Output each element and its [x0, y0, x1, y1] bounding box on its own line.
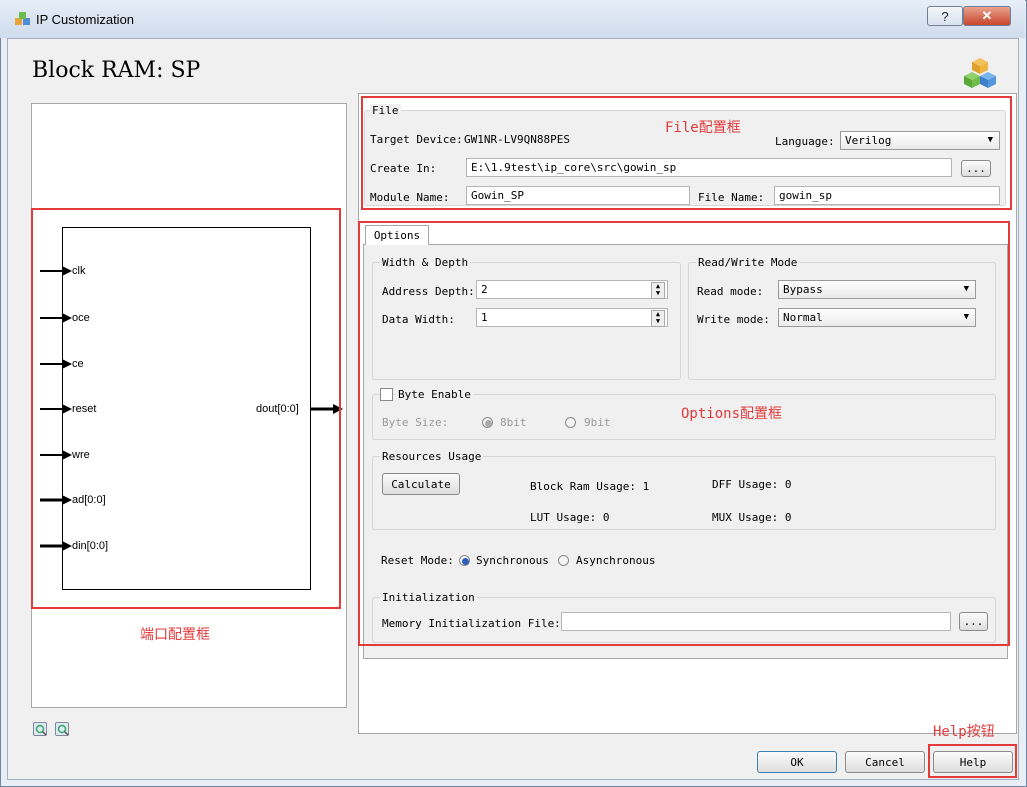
page-title: Block RAM: SP: [32, 58, 201, 83]
help-title-button[interactable]: ?: [927, 6, 963, 26]
window-title: IP Customization: [36, 12, 135, 27]
file-frame-highlight: [361, 96, 1012, 210]
ok-button[interactable]: OK: [757, 751, 837, 773]
close-button[interactable]: ✕: [963, 6, 1011, 26]
options-frame-highlight: [358, 221, 1010, 646]
title-bar[interactable]: [0, 0, 1025, 38]
app-icon: [14, 11, 32, 27]
port-frame-highlight: [31, 208, 341, 609]
gowin-cubes-icon: [963, 56, 997, 90]
help-button-highlight: [928, 744, 1017, 778]
file-frame-annotation: File配置框: [665, 120, 741, 136]
zoom-out-icon[interactable]: [55, 722, 69, 736]
cancel-button[interactable]: Cancel: [845, 751, 925, 773]
zoom-in-icon[interactable]: [33, 722, 47, 736]
help-button-annotation: Help按钮: [933, 724, 995, 740]
port-frame-annotation: 端口配置框: [140, 627, 210, 643]
